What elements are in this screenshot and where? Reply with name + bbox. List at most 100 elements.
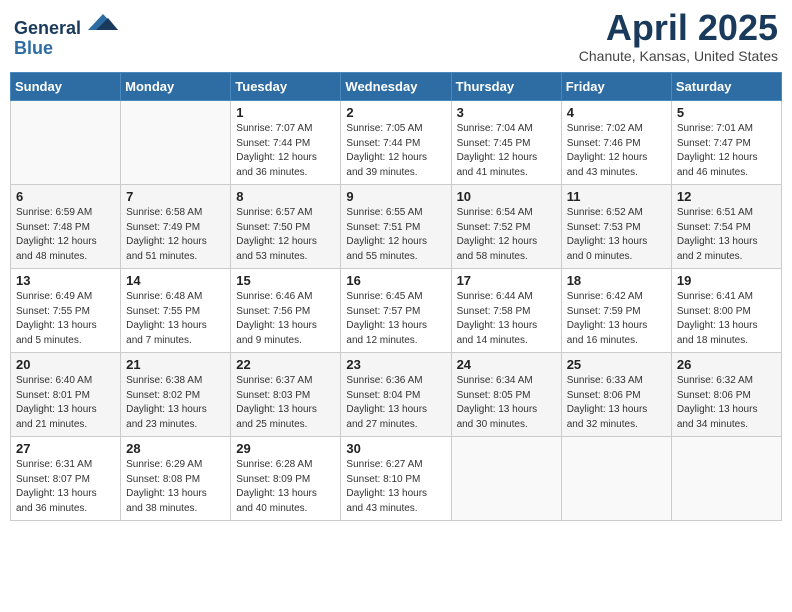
calendar-cell: 4Sunrise: 7:02 AM Sunset: 7:46 PM Daylig… — [561, 101, 671, 185]
calendar-cell: 25Sunrise: 6:33 AM Sunset: 8:06 PM Dayli… — [561, 353, 671, 437]
day-number: 27 — [16, 441, 115, 456]
day-number: 24 — [457, 357, 556, 372]
weekday-header: Thursday — [451, 73, 561, 101]
day-number: 19 — [677, 273, 776, 288]
day-info: Sunrise: 6:48 AM Sunset: 7:55 PM Dayligh… — [126, 290, 225, 348]
day-info: Sunrise: 6:55 AM Sunset: 7:51 PM Dayligh… — [346, 206, 445, 264]
day-info: Sunrise: 6:45 AM Sunset: 7:57 PM Dayligh… — [346, 290, 445, 348]
day-info: Sunrise: 6:44 AM Sunset: 7:58 PM Dayligh… — [457, 290, 556, 348]
calendar-header-row: SundayMondayTuesdayWednesdayThursdayFrid… — [11, 73, 782, 101]
calendar-cell: 21 Sunrise: 6:38 AM Sunset: 8:02 PM Dayli… — [121, 353, 231, 437]
calendar-cell: 22 Sunrise: 6:37 AM Sunset: 8:03 PM Dayli… — [231, 353, 341, 437]
day-info: Sunrise: 6:54 AM Sunset: 7:52 PM Dayligh… — [457, 206, 556, 264]
weekday-header: Tuesday — [231, 73, 341, 101]
day-info: Sunrise: 6:28 AM Sunset: 8:09 PM Dayligh… — [236, 458, 335, 516]
day-number: 7 — [126, 189, 225, 204]
day-info: Sunrise: 6:57 AM Sunset: 7:50 PM Dayligh… — [236, 206, 335, 264]
day-info: Sunrise: 6:37 AM Sunset: 8:03 PM Dayligh… — [236, 374, 335, 432]
calendar-week-row: 13Sunrise: 6:49 AM Sunset: 7:55 PM Dayli… — [11, 269, 782, 353]
day-number: 11 — [567, 189, 666, 204]
day-number: 29 — [236, 441, 335, 456]
day-info: Sunrise: 6:59 AM Sunset: 7:48 PM Dayligh… — [16, 206, 115, 264]
calendar-cell: 6 Sunrise: 6:59 AM Sunset: 7:48 PM Daylig… — [11, 185, 121, 269]
calendar-week-row: 1 Sunrise: 7:07 AM Sunset: 7:44 PM Daylig… — [11, 101, 782, 185]
calendar-cell: 26 Sunrise: 6:32 AM Sunset: 8:06 PM Dayli… — [671, 353, 781, 437]
day-info: Sunrise: 6:32 AM Sunset: 8:06 PM Dayligh… — [677, 374, 776, 432]
day-number: 16 — [346, 273, 445, 288]
day-number: 26 — [677, 357, 776, 372]
day-info: Sunrise: 6:52 AM Sunset: 7:53 PM Dayligh… — [567, 206, 666, 264]
calendar-cell: 23Sunrise: 6:36 AM Sunset: 8:04 PM Dayli… — [341, 353, 451, 437]
day-number: 1 — [236, 105, 335, 120]
day-info: Sunrise: 7:04 AM Sunset: 7:45 PM Dayligh… — [457, 122, 556, 180]
calendar-cell: 18Sunrise: 6:42 AM Sunset: 7:59 PM Dayli… — [561, 269, 671, 353]
weekday-header: Friday — [561, 73, 671, 101]
day-info: Sunrise: 6:38 AM Sunset: 8:02 PM Dayligh… — [126, 374, 225, 432]
month-title: April 2025 — [579, 10, 778, 46]
calendar-cell: 11 Sunrise: 6:52 AM Sunset: 7:53 PM Dayli… — [561, 185, 671, 269]
day-number: 25 — [567, 357, 666, 372]
day-number: 10 — [457, 189, 556, 204]
calendar-cell: 15 Sunrise: 6:46 AM Sunset: 7:56 PM Dayli… — [231, 269, 341, 353]
day-number: 2 — [346, 105, 445, 120]
logo: General Blue — [14, 10, 118, 59]
day-info: Sunrise: 6:51 AM Sunset: 7:54 PM Dayligh… — [677, 206, 776, 264]
calendar-cell: 12Sunrise: 6:51 AM Sunset: 7:54 PM Dayli… — [671, 185, 781, 269]
calendar-cell: 9 Sunrise: 6:55 AM Sunset: 7:51 PM Daylig… — [341, 185, 451, 269]
calendar-cell — [671, 437, 781, 521]
day-info: Sunrise: 7:01 AM Sunset: 7:47 PM Dayligh… — [677, 122, 776, 180]
location: Chanute, Kansas, United States — [579, 48, 778, 64]
logo-icon — [88, 10, 118, 34]
calendar-cell: 5 Sunrise: 7:01 AM Sunset: 7:47 PM Daylig… — [671, 101, 781, 185]
day-number: 15 — [236, 273, 335, 288]
calendar-cell: 30 Sunrise: 6:27 AM Sunset: 8:10 PM Dayli… — [341, 437, 451, 521]
calendar-cell: 2Sunrise: 7:05 AM Sunset: 7:44 PM Daylig… — [341, 101, 451, 185]
day-number: 20 — [16, 357, 115, 372]
day-number: 13 — [16, 273, 115, 288]
calendar-cell — [121, 101, 231, 185]
calendar-week-row: 27 Sunrise: 6:31 AM Sunset: 8:07 PM Dayli… — [11, 437, 782, 521]
page-header: General Blue April 2025 Chanute, Kansas,… — [10, 10, 782, 64]
calendar-cell: 8 Sunrise: 6:57 AM Sunset: 7:50 PM Daylig… — [231, 185, 341, 269]
day-number: 6 — [16, 189, 115, 204]
day-info: Sunrise: 6:36 AM Sunset: 8:04 PM Dayligh… — [346, 374, 445, 432]
calendar-week-row: 20Sunrise: 6:40 AM Sunset: 8:01 PM Dayli… — [11, 353, 782, 437]
day-number: 17 — [457, 273, 556, 288]
title-block: April 2025 Chanute, Kansas, United State… — [579, 10, 778, 64]
day-info: Sunrise: 6:31 AM Sunset: 8:07 PM Dayligh… — [16, 458, 115, 516]
day-number: 28 — [126, 441, 225, 456]
day-number: 9 — [346, 189, 445, 204]
day-number: 18 — [567, 273, 666, 288]
weekday-header: Saturday — [671, 73, 781, 101]
day-number: 22 — [236, 357, 335, 372]
calendar-cell — [561, 437, 671, 521]
day-info: Sunrise: 7:07 AM Sunset: 7:44 PM Dayligh… — [236, 122, 335, 180]
calendar-cell: 3 Sunrise: 7:04 AM Sunset: 7:45 PM Daylig… — [451, 101, 561, 185]
calendar-cell: 19Sunrise: 6:41 AM Sunset: 8:00 PM Dayli… — [671, 269, 781, 353]
calendar-cell: 1 Sunrise: 7:07 AM Sunset: 7:44 PM Daylig… — [231, 101, 341, 185]
day-number: 5 — [677, 105, 776, 120]
calendar-week-row: 6 Sunrise: 6:59 AM Sunset: 7:48 PM Daylig… — [11, 185, 782, 269]
calendar-cell: 29 Sunrise: 6:28 AM Sunset: 8:09 PM Dayli… — [231, 437, 341, 521]
calendar-cell: 10 Sunrise: 6:54 AM Sunset: 7:52 PM Dayli… — [451, 185, 561, 269]
day-info: Sunrise: 6:27 AM Sunset: 8:10 PM Dayligh… — [346, 458, 445, 516]
calendar-cell: 28 Sunrise: 6:29 AM Sunset: 8:08 PM Dayli… — [121, 437, 231, 521]
calendar-cell — [11, 101, 121, 185]
calendar-cell: 14 Sunrise: 6:48 AM Sunset: 7:55 PM Dayli… — [121, 269, 231, 353]
day-info: Sunrise: 6:46 AM Sunset: 7:56 PM Dayligh… — [236, 290, 335, 348]
day-info: Sunrise: 6:58 AM Sunset: 7:49 PM Dayligh… — [126, 206, 225, 264]
day-number: 14 — [126, 273, 225, 288]
logo-text: General Blue — [14, 10, 118, 59]
day-info: Sunrise: 6:29 AM Sunset: 8:08 PM Dayligh… — [126, 458, 225, 516]
calendar-cell — [451, 437, 561, 521]
day-number: 8 — [236, 189, 335, 204]
day-number: 3 — [457, 105, 556, 120]
weekday-header: Monday — [121, 73, 231, 101]
calendar-cell: 20Sunrise: 6:40 AM Sunset: 8:01 PM Dayli… — [11, 353, 121, 437]
day-number: 30 — [346, 441, 445, 456]
calendar-cell: 16 Sunrise: 6:45 AM Sunset: 7:57 PM Dayli… — [341, 269, 451, 353]
day-info: Sunrise: 6:34 AM Sunset: 8:05 PM Dayligh… — [457, 374, 556, 432]
calendar-table: SundayMondayTuesdayWednesdayThursdayFrid… — [10, 72, 782, 521]
calendar-cell: 24 Sunrise: 6:34 AM Sunset: 8:05 PM Dayli… — [451, 353, 561, 437]
day-number: 21 — [126, 357, 225, 372]
